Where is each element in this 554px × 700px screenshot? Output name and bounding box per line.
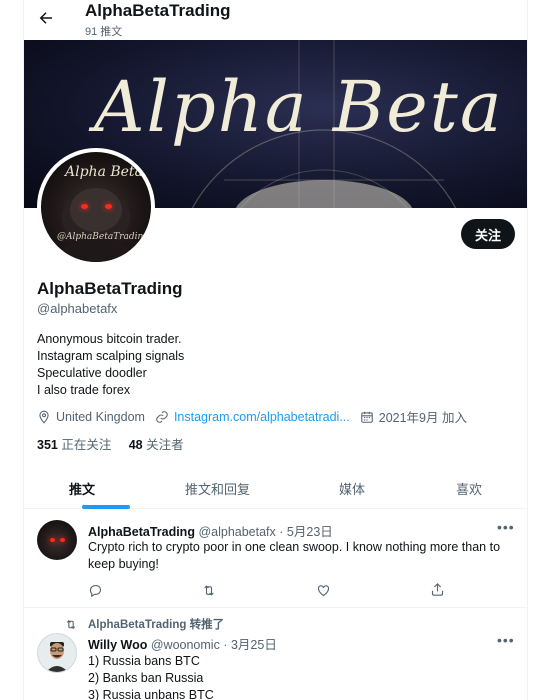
tab-tweets[interactable]: 推文 [69, 479, 95, 498]
tweet-date[interactable]: 3月25日 [231, 638, 277, 652]
follow-stats: 351 正在关注 48 关注者 [37, 434, 184, 453]
retweet-icon [204, 585, 214, 596]
avatar-title: Alpha Beta [65, 164, 143, 180]
retweet-icon [66, 619, 76, 629]
eye-left [81, 204, 88, 209]
column-border-right [527, 0, 528, 700]
profile-handle: @alphabetafx [37, 301, 118, 316]
display-name: AlphaBetaTrading [37, 279, 183, 298]
followers-label: 关注者 [146, 438, 184, 452]
eye-left [50, 538, 55, 542]
bio-line: I also trade forex [37, 383, 131, 397]
tweet-author-name[interactable]: AlphaBetaTrading [88, 525, 195, 539]
followers-count: 48 [128, 438, 143, 452]
arrow-left-icon [39, 12, 52, 24]
tweet-author-name[interactable]: Willy Woo [88, 638, 147, 652]
like-button[interactable] [316, 583, 331, 603]
tweet-line: 1) Russia bans BTC [88, 654, 200, 668]
location-text: United Kingdom [56, 409, 145, 424]
share-button[interactable] [430, 582, 445, 602]
joined-text: 2021年9月 加入 [378, 411, 467, 425]
more-options-button[interactable]: ••• [497, 519, 515, 535]
link-icon [156, 410, 168, 423]
tweet-separator: · [279, 525, 284, 539]
retweet-indicator: AlphaBetaTrading 转推了 [64, 616, 224, 632]
avatar-footer: @AlphaBetaTrading [57, 232, 150, 242]
eye-right [60, 538, 65, 542]
tab-tweets-replies[interactable]: 推文和回复 [185, 479, 250, 498]
bio-line: Instagram scalping signals [37, 349, 185, 363]
bio-line: Anonymous bitcoin trader. [37, 332, 182, 346]
tweet-count: 91 推文 [85, 26, 123, 38]
banner-text: Alpha Beta [94, 66, 504, 148]
tweet-text: 1) Russia bans BTC 2) Banks ban Russia 3… [88, 653, 518, 700]
tweet-text: Crypto rich to crypto poor in one clean … [88, 540, 501, 571]
following-link[interactable]: 351 正在关注 [37, 438, 111, 452]
location-pin-icon [39, 410, 49, 424]
retweet-by-text[interactable]: AlphaBetaTrading 转推了 [88, 616, 224, 632]
bio-line: Speculative doodler [37, 366, 147, 380]
website-link[interactable]: Instagram.com/alphabetatradi... [174, 410, 350, 424]
joined-date: 2021年9月 加入 [360, 407, 467, 426]
profile-header: AlphaBetaTrading 91 推文 [24, 0, 527, 40]
profile-bio: Anonymous bitcoin trader. Instagram scal… [37, 331, 184, 399]
tweet-avatar[interactable] [37, 633, 77, 673]
tab-likes[interactable]: 喜欢 [456, 479, 482, 498]
cartoon-avatar-icon [45, 642, 69, 672]
profile-meta: United Kingdom Instagram.com/alphabetatr… [37, 407, 477, 426]
tweet-avatar[interactable] [37, 520, 77, 560]
following-label: 正在关注 [61, 438, 112, 452]
website[interactable]: Instagram.com/alphabetatradi... [155, 410, 350, 424]
tweet[interactable]: AlphaBetaTrading 转推了 Willy Woo @woonomic… [24, 608, 527, 700]
back-button[interactable] [34, 6, 58, 30]
reply-icon [89, 584, 102, 598]
tweet-separator: · [223, 638, 228, 652]
more-options-button[interactable]: ••• [497, 632, 515, 648]
location: United Kingdom [37, 410, 145, 424]
tweet-date[interactable]: 5月23日 [287, 525, 333, 539]
tab-media[interactable]: 媒体 [339, 479, 365, 498]
share-icon [431, 583, 444, 596]
tweet-line: 2) Banks ban Russia [88, 671, 204, 685]
heart-icon [317, 585, 330, 597]
tweet-line: 3) Russia unbans BTC [88, 688, 214, 700]
tweet-author-handle[interactable]: @woonomic [151, 638, 220, 652]
profile-avatar[interactable]: Alpha Beta @AlphaBetaTrading [37, 148, 155, 266]
following-count: 351 [37, 438, 58, 452]
eye-right [105, 204, 112, 209]
followers-link[interactable]: 48 关注者 [129, 438, 184, 452]
tweet-header: AlphaBetaTrading @alphabetafx · 5月23日 [88, 521, 333, 540]
retweet-button[interactable] [201, 583, 217, 603]
calendar-icon [360, 411, 373, 423]
header-title: AlphaBetaTrading [85, 1, 231, 20]
active-tab-indicator [82, 505, 130, 509]
reply-button[interactable] [88, 583, 103, 603]
follow-button[interactable]: 关注 [461, 219, 515, 249]
tweet-header: Willy Woo @woonomic · 3月25日 [88, 634, 277, 653]
tweet[interactable]: AlphaBetaTrading @alphabetafx · 5月23日 ••… [24, 510, 527, 607]
profile-tabs: 推文 推文和回复 媒体 喜欢 [24, 469, 527, 509]
tweet-author-handle[interactable]: @alphabetafx [198, 525, 275, 539]
